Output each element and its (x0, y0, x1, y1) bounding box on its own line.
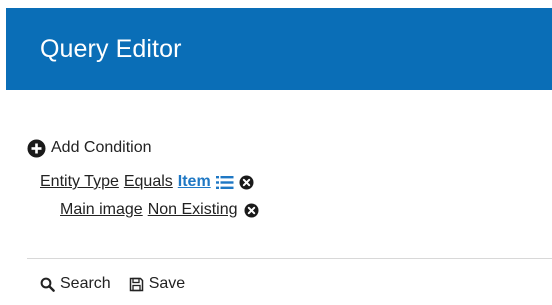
list-icon[interactable] (215, 175, 234, 190)
remove-icon[interactable] (239, 175, 254, 190)
condition-row: Main image Non Existing (60, 200, 259, 220)
save-icon (129, 277, 144, 292)
search-label: Search (60, 275, 111, 292)
search-button[interactable]: Search (40, 275, 111, 293)
condition-field-link[interactable]: Entity Type (40, 173, 119, 191)
search-icon (40, 277, 55, 292)
plus-circle-icon (27, 139, 46, 158)
divider (27, 258, 552, 259)
add-condition-label: Add Condition (51, 139, 152, 156)
page-title: Query Editor (40, 35, 182, 63)
condition-row: Entity Type Equals Item (40, 172, 254, 192)
add-condition-button[interactable]: Add Condition (27, 138, 152, 158)
app-header: Query Editor (6, 8, 552, 90)
save-button[interactable]: Save (129, 275, 185, 293)
condition-field-link[interactable]: Main image (60, 201, 143, 219)
footer-toolbar: Search Save (40, 274, 203, 294)
condition-operator-link[interactable]: Non Existing (148, 201, 238, 219)
save-label: Save (148, 275, 186, 292)
condition-value-link[interactable]: Item (178, 173, 211, 191)
condition-operator-link[interactable]: Equals (124, 173, 173, 191)
remove-icon[interactable] (244, 203, 259, 218)
